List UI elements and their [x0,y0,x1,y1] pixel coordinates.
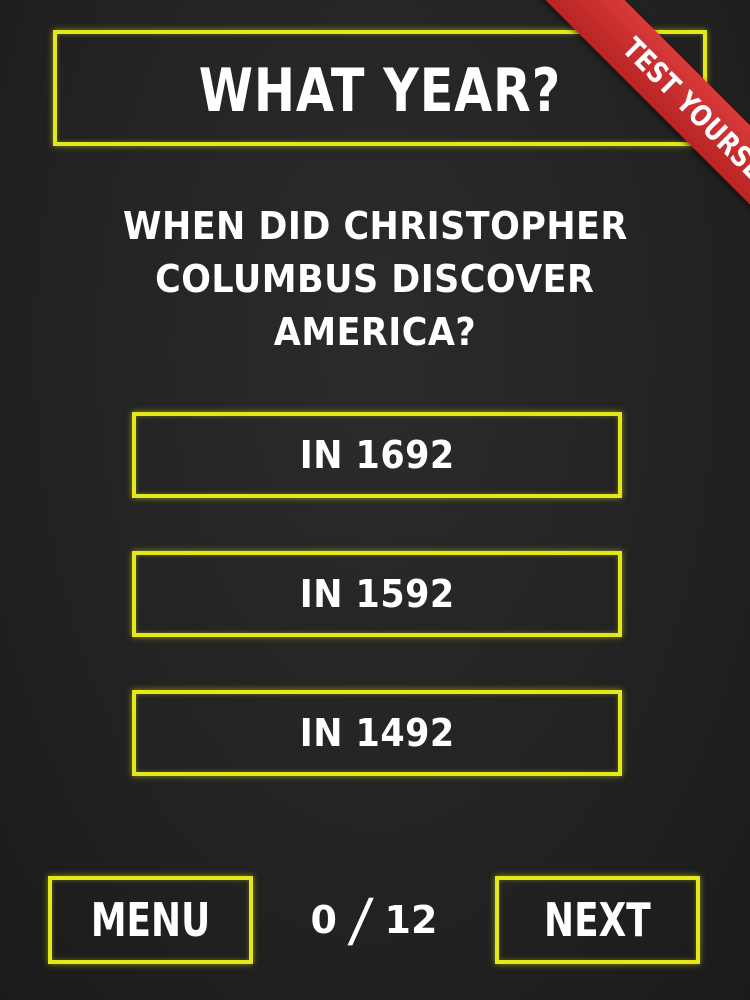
question-text: WHEN DID CHRISTOPHER COLUMBUS DISCOVER A… [75,200,675,359]
progress-separator: / [346,886,376,954]
answer-option-label: IN 1592 [299,572,455,616]
progress-counter: 0 / 12 [253,876,495,964]
answer-option-3[interactable]: IN 1492 [132,690,622,776]
page-title: WHAT YEAR? [198,56,562,126]
progress-current: 0 [310,898,337,942]
progress-total: 12 [384,898,438,942]
answer-option-label: IN 1692 [299,433,455,477]
question-line-3: AMERICA? [273,310,477,354]
answer-option-label: IN 1492 [299,711,455,755]
next-button[interactable]: NEXT [495,876,700,964]
menu-button[interactable]: MENU [48,876,253,964]
question-line-2: COLUMBUS DISCOVER [155,257,595,301]
quiz-screen: WHAT YEAR? WHEN DID CHRISTOPHER COLUMBUS… [0,0,750,1000]
question-line-1: WHEN DID CHRISTOPHER [122,204,628,248]
next-button-label: NEXT [544,893,651,947]
menu-button-label: MENU [90,893,211,947]
answer-option-2[interactable]: IN 1592 [132,551,622,637]
answer-option-1[interactable]: IN 1692 [132,412,622,498]
